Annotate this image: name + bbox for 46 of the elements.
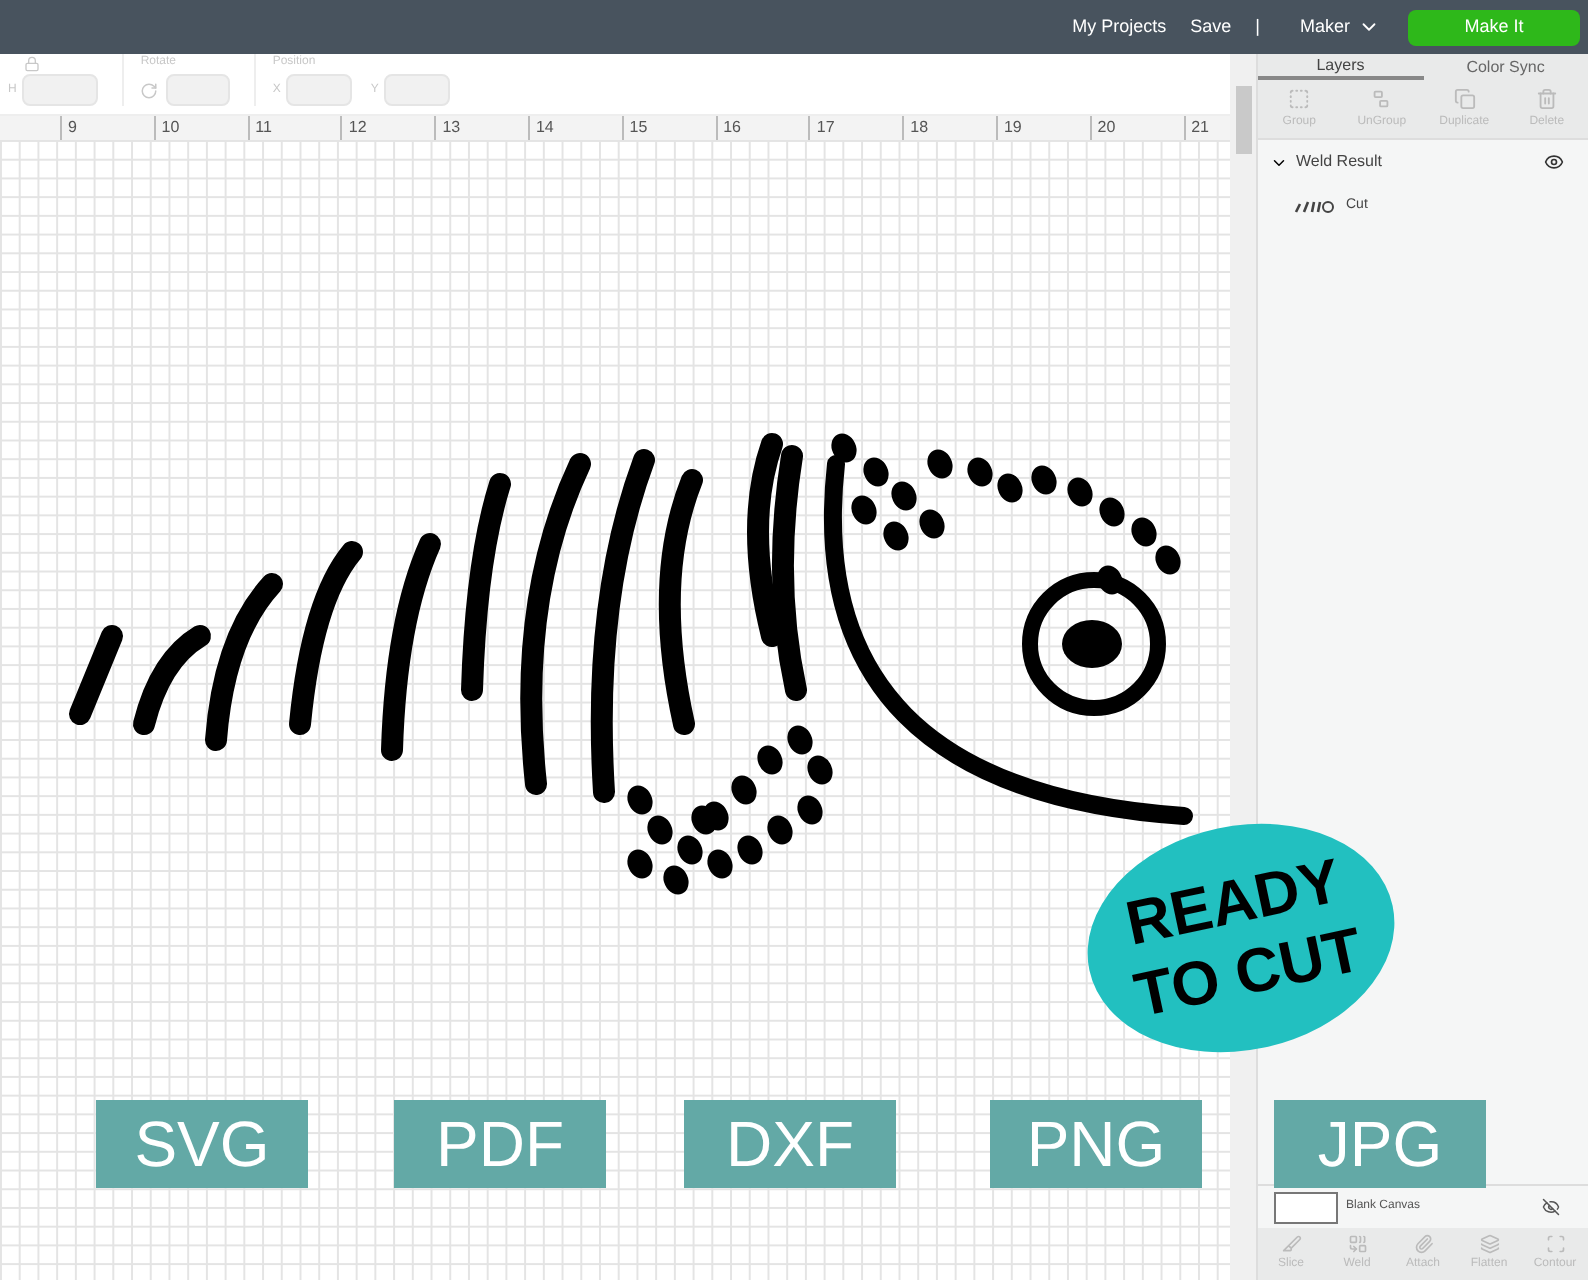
ruler-number: 15 [629, 116, 648, 140]
eye-icon[interactable] [1544, 152, 1564, 172]
number-field[interactable] [22, 74, 99, 106]
ruler-number: 21 [1191, 116, 1209, 140]
lock-icon[interactable] [24, 56, 40, 72]
machine-dropdown[interactable]: Maker [1299, 13, 1380, 41]
ruler-number: 18 [910, 116, 929, 140]
layer-group-name[interactable]: Weld Result [1296, 150, 1544, 174]
action-icon [1453, 87, 1476, 109]
panel-tab[interactable]: Color Sync [1423, 54, 1588, 80]
format-tile: PNG [990, 1100, 1202, 1188]
number-field[interactable] [286, 74, 353, 106]
action-icon [1545, 1234, 1565, 1254]
scrollbar-thumb[interactable] [1235, 86, 1251, 154]
make-it-button[interactable]: Make It [1408, 9, 1580, 45]
action-icon [1288, 87, 1311, 109]
separator-text: | [1255, 13, 1260, 40]
action-icon [1347, 1234, 1367, 1254]
ruler-number: 16 [723, 116, 741, 140]
ruler-number: 19 [1003, 116, 1022, 140]
ruler-number: 11 [255, 116, 272, 140]
ruler-number: 9 [68, 116, 77, 140]
nav-link[interactable]: My Projects [1072, 13, 1167, 41]
ruler-number: 14 [535, 116, 554, 140]
ruler-number: 12 [348, 116, 367, 140]
format-tile: DXF [684, 1100, 896, 1188]
badge-text: READY TO CUT [1117, 843, 1370, 1035]
format-tile: SVG [96, 1100, 308, 1188]
hidden-eye-icon[interactable] [1542, 1198, 1560, 1216]
action-icon [1281, 1234, 1301, 1254]
action-icon [1479, 1234, 1499, 1254]
nav-link[interactable]: Save [1190, 13, 1232, 41]
action-icon [1535, 87, 1558, 109]
ruler-number: 13 [442, 116, 461, 140]
fish-thumbnail-icon [1294, 199, 1334, 213]
ruler-number: 17 [816, 116, 835, 140]
rotate-icon [140, 81, 159, 99]
ruler-number: 20 [1097, 116, 1116, 140]
number-field[interactable] [166, 74, 231, 106]
action-icon [1413, 1234, 1433, 1254]
canvas-swatch[interactable] [1274, 1191, 1338, 1223]
action-icon [1370, 87, 1393, 109]
format-tile: PDF [394, 1100, 606, 1188]
number-field[interactable] [384, 74, 451, 106]
format-tile: JPG [1274, 1100, 1486, 1188]
ruler-number: 10 [161, 116, 180, 140]
